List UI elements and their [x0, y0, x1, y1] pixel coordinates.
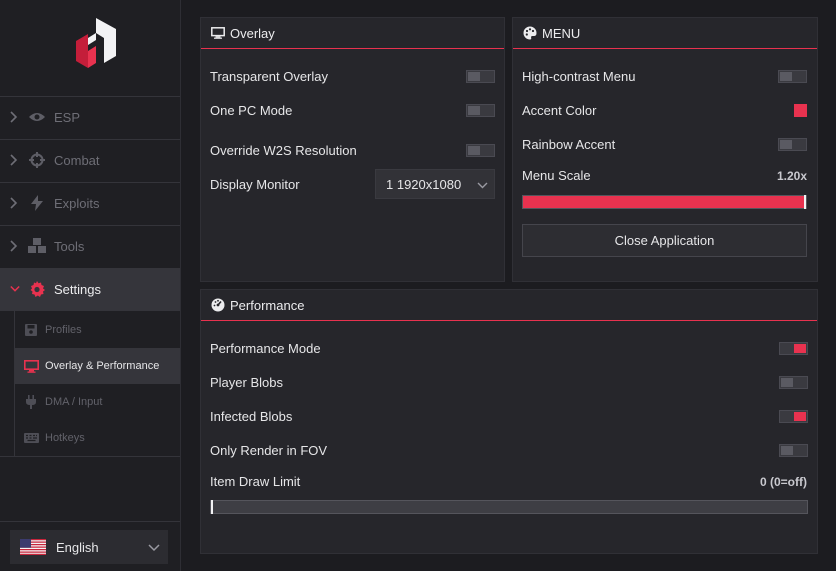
nav-settings[interactable]: Settings — [0, 268, 180, 310]
nav-combat[interactable]: Combat — [0, 139, 180, 181]
nav-label: ESP — [54, 109, 81, 125]
display-monitor-value: 1 1920x1080 — [386, 176, 462, 192]
high-contrast-toggle[interactable] — [778, 70, 807, 83]
transparent-overlay-label: Transparent Overlay — [210, 69, 329, 84]
sidebar-divider — [0, 310, 180, 311]
sidebar: ESP Combat Exploits Tools Settings Profi… — [0, 0, 181, 571]
nav-exploits[interactable]: Exploits — [0, 182, 180, 224]
player-blobs-toggle[interactable] — [779, 376, 808, 389]
nav-label: Combat — [54, 152, 100, 168]
sub-item-label: DMA / Input — [45, 396, 103, 408]
nav-esp[interactable]: ESP — [0, 96, 180, 138]
overlay-panel-header: Overlay — [201, 18, 504, 49]
save-icon — [23, 322, 39, 338]
sidebar-divider — [0, 521, 180, 522]
close-application-button[interactable]: Close Application — [522, 224, 807, 257]
only-render-fov-label: Only Render in FOV — [210, 443, 328, 458]
language-label: English — [56, 539, 99, 555]
cubes-icon — [28, 237, 46, 255]
keyboard-icon — [23, 430, 39, 446]
nav-tools[interactable]: Tools — [0, 225, 180, 267]
nav-label: Exploits — [54, 195, 100, 211]
menu-scale-value: 1.20x — [776, 169, 807, 183]
chevron-down-icon — [477, 177, 488, 192]
player-blobs-label: Player Blobs — [210, 375, 283, 390]
sub-item-label: Hotkeys — [45, 432, 85, 444]
nav-label: Tools — [54, 238, 85, 254]
performance-panel: Performance Performance Mode Player Blob… — [200, 289, 818, 554]
sub-item-label: Overlay & Performance — [45, 360, 160, 372]
rainbow-accent-label: Rainbow Accent — [522, 137, 616, 152]
app-logo — [76, 18, 116, 68]
infected-blobs-label: Infected Blobs — [210, 409, 293, 424]
one-pc-mode-toggle[interactable] — [466, 104, 495, 117]
performance-panel-header: Performance — [201, 290, 817, 321]
sub-item-label: Profiles — [45, 324, 82, 336]
performance-panel-title: Performance — [230, 297, 305, 313]
override-w2s-label: Override W2S Resolution — [210, 143, 357, 158]
high-contrast-label: High-contrast Menu — [522, 69, 636, 84]
item-draw-limit-thumb[interactable] — [211, 500, 213, 514]
menu-scale-thumb[interactable] — [804, 195, 806, 209]
palette-icon — [522, 25, 538, 41]
menu-scale-fill — [523, 196, 806, 208]
overlay-panel-title: Overlay — [230, 25, 275, 41]
nav-label: Settings — [54, 281, 101, 297]
override-w2s-toggle[interactable] — [466, 144, 495, 157]
gear-icon — [28, 280, 46, 298]
display-monitor-label: Display Monitor — [210, 177, 300, 192]
crosshair-icon — [28, 151, 46, 169]
performance-mode-toggle[interactable] — [779, 342, 808, 355]
sub-item-hotkeys[interactable]: Hotkeys — [15, 420, 180, 456]
display-monitor-select[interactable]: 1 1920x1080 — [375, 169, 495, 199]
menu-panel-header: MENU — [513, 18, 817, 49]
menu-scale-label: Menu Scale — [522, 168, 591, 183]
accent-color-label: Accent Color — [522, 103, 597, 118]
sub-item-dma-input[interactable]: DMA / Input — [15, 384, 180, 420]
accent-color-swatch[interactable] — [794, 104, 807, 117]
gauge-icon — [210, 297, 226, 313]
chevron-right-icon — [10, 154, 20, 166]
overlay-panel: Overlay Transparent Overlay One PC Mode … — [200, 17, 505, 282]
menu-scale-slider[interactable] — [522, 195, 807, 209]
menu-panel: MENU High-contrast Menu Accent Color Rai… — [512, 17, 818, 282]
chevron-right-icon — [10, 111, 20, 123]
infected-blobs-toggle[interactable] — [779, 410, 808, 423]
plug-icon — [23, 394, 39, 410]
item-draw-limit-label: Item Draw Limit — [210, 474, 301, 489]
only-render-fov-toggle[interactable] — [779, 444, 808, 457]
sub-item-profiles[interactable]: Profiles — [15, 312, 180, 348]
sidebar-divider — [0, 456, 180, 457]
language-select[interactable]: English — [10, 530, 168, 564]
transparent-overlay-toggle[interactable] — [466, 70, 495, 83]
eye-icon — [28, 108, 46, 126]
chevron-down-icon — [148, 540, 160, 555]
one-pc-mode-label: One PC Mode — [210, 103, 293, 118]
sub-item-overlay-performance[interactable]: Overlay & Performance — [15, 348, 180, 384]
rainbow-accent-toggle[interactable] — [778, 138, 807, 151]
item-draw-limit-value: 0 (0=off) — [759, 475, 807, 489]
chevron-down-icon — [10, 285, 20, 293]
monitor-icon — [23, 358, 39, 374]
us-flag-icon — [20, 539, 46, 555]
monitor-icon — [210, 25, 226, 41]
performance-mode-label: Performance Mode — [210, 341, 321, 356]
item-draw-limit-slider[interactable] — [210, 500, 808, 514]
chevron-right-icon — [10, 240, 20, 252]
menu-panel-title: MENU — [542, 25, 581, 41]
bolt-icon — [28, 194, 46, 212]
chevron-right-icon — [10, 197, 20, 209]
